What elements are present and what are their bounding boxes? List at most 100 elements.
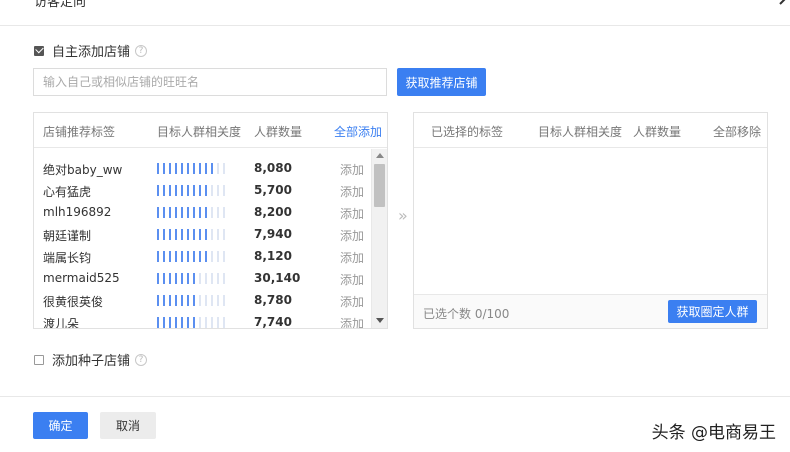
confirm-button[interactable]: 确定	[33, 412, 88, 439]
relevance-bar	[217, 229, 219, 240]
relevance-bar	[187, 229, 189, 240]
scroll-up-icon[interactable]	[376, 153, 384, 158]
relevance-bar	[187, 207, 189, 218]
relevance-bar	[199, 295, 201, 306]
relevance-bar	[163, 185, 165, 196]
relevance-bar	[211, 295, 213, 306]
selected-tags-header: 已选择的标签 目标人群相关度 人群数量 全部移除	[414, 113, 767, 148]
relevance-bar	[223, 163, 225, 174]
relevance-bar	[169, 229, 171, 240]
relevance-bar	[223, 207, 225, 218]
relevance-bar	[205, 273, 207, 284]
add-link[interactable]: 添加	[340, 205, 364, 222]
fetch-recommended-stores-button[interactable]: 获取推荐店铺	[397, 68, 486, 96]
relevance-bar	[211, 229, 213, 240]
help-icon[interactable]: ?	[135, 353, 148, 366]
relevance-bar	[157, 207, 159, 218]
relevance-bar	[187, 273, 189, 284]
crowd-count: 8,200	[254, 205, 292, 219]
relevance-bar	[223, 251, 225, 262]
seed-store-label: 添加种子店铺	[52, 354, 131, 369]
relevance-meter	[157, 185, 229, 196]
relevance-bar	[199, 251, 201, 262]
relevance-bar	[163, 251, 165, 262]
add-link[interactable]: 添加	[340, 161, 364, 178]
footer-divider	[0, 396, 790, 397]
relevance-bar	[223, 273, 225, 284]
relevance-bar	[217, 251, 219, 262]
scrollbar-thumb[interactable]	[374, 164, 385, 207]
add-link[interactable]: 添加	[340, 227, 364, 244]
relevance-bar	[211, 317, 213, 328]
table-row: 很黄很英俊 8,780 添加	[34, 290, 371, 312]
add-link[interactable]: 添加	[340, 249, 364, 266]
add-all-link[interactable]: 全部添加	[334, 123, 382, 140]
edit-icon[interactable]	[778, 0, 790, 6]
table-row: 朝廷谨制 7,940 添加	[34, 224, 371, 246]
table-row: 绝对baby_ww 8,080 添加	[34, 158, 371, 180]
store-search-input[interactable]	[33, 68, 387, 96]
relevance-bar	[169, 317, 171, 328]
relevance-bar	[157, 185, 159, 196]
relevance-bar	[193, 273, 195, 284]
relevance-bar	[211, 273, 213, 284]
store-name: 渡儿朵	[43, 317, 80, 329]
relevance-bar	[181, 317, 183, 328]
relevance-meter	[157, 163, 229, 174]
relevance-meter	[157, 273, 229, 284]
relevance-bar	[187, 295, 189, 306]
self-add-row[interactable]: 自主添加店铺 ?	[34, 41, 148, 60]
relevance-bar	[205, 251, 207, 262]
relevance-meter	[157, 295, 229, 306]
table-row: 渡儿朵 7,740 添加	[34, 312, 371, 329]
relevance-bar	[223, 185, 225, 196]
relevance-bar	[175, 251, 177, 262]
crowd-count: 8,780	[254, 293, 292, 307]
table-row: mermaid525 30,140 添加	[34, 268, 371, 290]
relevance-bar	[217, 185, 219, 196]
cancel-button[interactable]: 取消	[100, 412, 156, 439]
help-icon[interactable]: ?	[135, 44, 148, 57]
get-fixed-crowd-button[interactable]: 获取圈定人群	[668, 300, 757, 323]
self-add-checkbox[interactable]	[34, 45, 44, 56]
relevance-bar	[199, 207, 201, 218]
recommended-stores-header: 店铺推荐标签 目标人群相关度 人群数量 全部添加	[34, 113, 387, 148]
add-link[interactable]: 添加	[340, 183, 364, 200]
crowd-count: 7,740	[254, 315, 292, 329]
relevance-bar	[199, 229, 201, 240]
relevance-bar	[223, 295, 225, 306]
relevance-bar	[175, 229, 177, 240]
relevance-bar	[163, 229, 165, 240]
relevance-bar	[181, 251, 183, 262]
selected-tags-footer: 已选个数 0/100 获取圈定人群	[414, 294, 767, 328]
relevance-bar	[193, 185, 195, 196]
watermark: 头条 @电商易王	[651, 423, 776, 443]
relevance-bar	[169, 207, 171, 218]
recommended-stores-list: 绝对baby_ww 8,080 添加 心有猛虎 5,700 添加 mlh196892 8,20…	[34, 158, 371, 329]
relevance-bar	[157, 251, 159, 262]
crowd-count: 8,080	[254, 161, 292, 175]
relevance-bar	[205, 295, 207, 306]
seed-store-row[interactable]: 添加种子店铺 ?	[34, 350, 148, 369]
relevance-bar	[169, 163, 171, 174]
relevance-meter	[157, 229, 229, 240]
add-link[interactable]: 添加	[340, 271, 364, 288]
relevance-bar	[157, 317, 159, 328]
relevance-bar	[205, 163, 207, 174]
scrollbar[interactable]	[371, 149, 387, 328]
seed-store-checkbox[interactable]	[34, 354, 44, 365]
col-selected-count: 人群数量	[633, 125, 682, 139]
relevance-bar	[181, 163, 183, 174]
recommended-stores-panel: 店铺推荐标签 目标人群相关度 人群数量 全部添加 绝对baby_ww 8,080 添…	[33, 112, 388, 329]
relevance-bar	[217, 207, 219, 218]
relevance-bar	[199, 185, 201, 196]
store-name: mlh196892	[43, 205, 112, 219]
add-link[interactable]: 添加	[340, 293, 364, 310]
add-link[interactable]: 添加	[340, 315, 364, 328]
remove-all-link[interactable]: 全部移除	[713, 123, 761, 140]
store-name: 朝廷谨制	[43, 229, 92, 243]
relevance-bar	[181, 185, 183, 196]
transfer-arrow-icon: »	[398, 206, 408, 225]
col-store-tag: 店铺推荐标签	[43, 125, 116, 139]
scroll-down-icon[interactable]	[376, 318, 384, 323]
